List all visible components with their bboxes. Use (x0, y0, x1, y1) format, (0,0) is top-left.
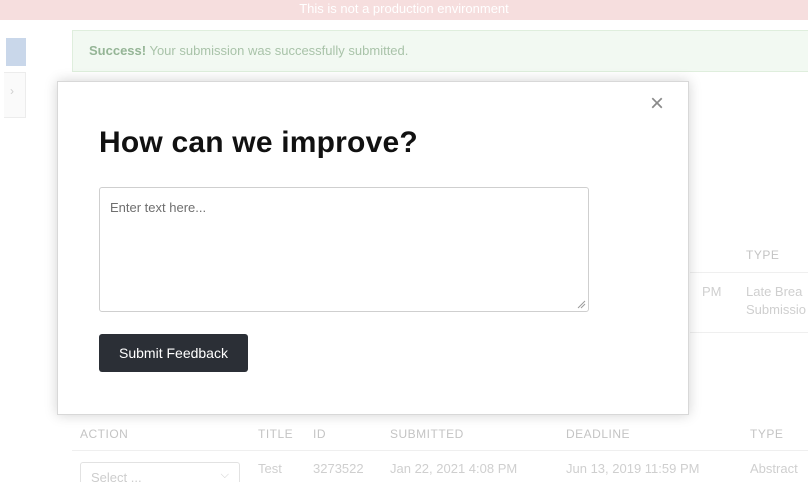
table-cell-title[interactable]: Test (258, 461, 282, 476)
table-header-divider (72, 450, 808, 451)
action-select[interactable]: Select ... ⌵ (80, 462, 240, 482)
table-header-deadline: DEADLINE (566, 427, 631, 441)
feedback-modal: × How can we improve? Submit Feedback (57, 81, 689, 415)
table-cell-time-tail: PM (702, 284, 722, 299)
environment-banner: This is not a production environment (0, 0, 808, 20)
feedback-textarea[interactable] (99, 187, 589, 312)
table-cell-deadline: Jun 13, 2019 11:59 PM (566, 461, 700, 476)
submit-feedback-button[interactable]: Submit Feedback (99, 334, 248, 372)
table-header-type: TYPE (746, 248, 780, 262)
table-header-type: TYPE (750, 427, 784, 441)
left-rail-tab[interactable] (6, 38, 26, 66)
success-alert: Success! Your submission was successfull… (72, 30, 808, 72)
table-cell-type-line1: Late Brea (746, 284, 803, 299)
table-cell-type: Abstract (750, 461, 798, 476)
chevron-right-icon[interactable]: › (10, 84, 14, 98)
table-cell-id: 3273522 (313, 461, 364, 476)
table-header-title: TITLE (258, 427, 294, 441)
table-row-divider (690, 272, 808, 273)
table-cell-type-line2: Submissio (746, 302, 806, 317)
table-header-submitted: SUBMITTED (390, 427, 464, 441)
resize-handle-icon[interactable] (576, 299, 586, 309)
success-alert-message: Your submission was successfully submitt… (146, 43, 409, 58)
modal-title: How can we improve? (99, 126, 418, 159)
left-rail-panel[interactable] (4, 72, 26, 118)
table-header-id: ID (313, 427, 326, 441)
table-cell-submitted: Jan 22, 2021 4:08 PM (390, 461, 518, 476)
close-icon[interactable]: × (646, 92, 668, 116)
chevron-down-icon: ⌵ (220, 469, 229, 481)
table-header-action: ACTION (80, 427, 129, 441)
action-select-value: Select ... (91, 470, 142, 482)
table-row-divider (690, 332, 808, 333)
success-alert-strong: Success! (89, 43, 147, 58)
